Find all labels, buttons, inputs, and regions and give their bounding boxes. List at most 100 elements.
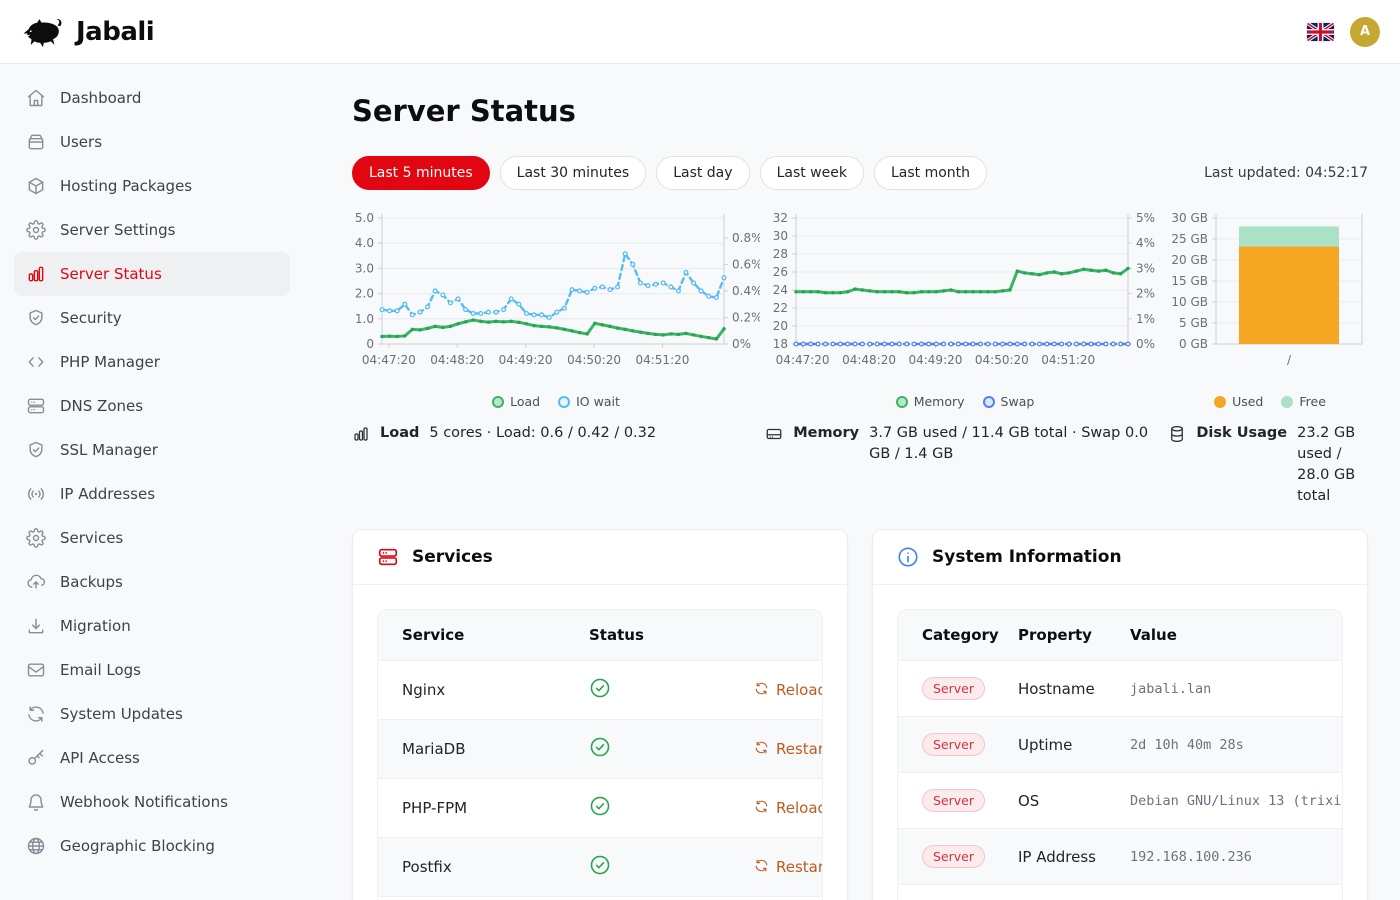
memory-stat: Memory3.7 GB used / 11.4 GB total · Swap…: [765, 423, 1162, 507]
load-chart: 01.02.03.04.05.00%0.2%0.4%0.6%0.8%04:47:…: [352, 206, 760, 409]
sidebar-item-dashboard[interactable]: Dashboard: [14, 76, 290, 120]
sidebar-item-webhook-notifications[interactable]: Webhook Notifications: [14, 780, 290, 824]
svg-text:04:50:20: 04:50:20: [975, 353, 1029, 367]
svg-text:0.4%: 0.4%: [732, 284, 760, 298]
sidebar-item-label: Users: [60, 133, 102, 151]
svg-text:20: 20: [773, 319, 788, 333]
range-button-last-day[interactable]: Last day: [656, 156, 749, 190]
restart-postfix-button[interactable]: Restart: [754, 858, 823, 877]
system-value: 2d 10h 40m 28s: [1106, 717, 1342, 773]
status-running-check-icon: [589, 685, 611, 703]
svg-text:1%: 1%: [1136, 312, 1155, 326]
refresh-icon: [754, 740, 769, 759]
sidebar-item-label: Webhook Notifications: [60, 793, 228, 811]
legend-item-swap[interactable]: Swap: [983, 394, 1035, 409]
last-updated-text: Last updated: 04:52:17: [1204, 165, 1368, 181]
system-property: Hostname: [994, 661, 1106, 717]
svg-text:5%: 5%: [1136, 211, 1155, 225]
system-row-hostname: ServerHostnamejabali.lan: [898, 661, 1342, 717]
sidebar-item-ssl-manager[interactable]: SSL Manager: [14, 428, 290, 472]
archive-icon: [26, 132, 46, 152]
legend-dot: [1281, 396, 1293, 408]
category-badge: Server: [922, 733, 985, 756]
app-header: Jabali A: [0, 0, 1400, 64]
restart-mariadb-button[interactable]: Restart: [754, 740, 823, 759]
service-name: Nginx: [378, 661, 565, 720]
reload-nginx-button[interactable]: Reload: [754, 681, 823, 700]
range-button-last-5-minutes[interactable]: Last 5 minutes: [352, 156, 490, 190]
sidebar-item-system-updates[interactable]: System Updates: [14, 692, 290, 736]
sidebar-item-services[interactable]: Services: [14, 516, 290, 560]
legend-item-memory[interactable]: Memory: [896, 394, 965, 409]
range-button-last-week[interactable]: Last week: [760, 156, 864, 190]
status-running-check-icon: [589, 744, 611, 762]
system-value: Debian GNU/Linux 13 (trixie): [1106, 773, 1342, 829]
sidebar-item-label: Geographic Blocking: [60, 837, 215, 855]
main-content: Server Status Last 5 minutesLast 30 minu…: [304, 64, 1400, 900]
svg-text:10 GB: 10 GB: [1171, 295, 1208, 309]
svg-text:28: 28: [773, 247, 788, 261]
system-value: 113: [1106, 885, 1342, 900]
sidebar-item-label: Email Logs: [60, 661, 141, 679]
memory-chart: 18202224262830320%1%2%3%4%5%04:47:2004:4…: [766, 206, 1164, 409]
sidebar: Dashboard Users Hosting Packages Server Set…: [0, 64, 304, 900]
system-row-ip-address: ServerIP Address192.168.100.236: [898, 829, 1342, 885]
download-icon: [26, 616, 46, 636]
legend-label: Free: [1299, 394, 1326, 409]
legend-label: Used: [1232, 394, 1263, 409]
code-icon: [26, 352, 46, 372]
services-card-title: Services: [412, 547, 493, 567]
range-button-last-month[interactable]: Last month: [874, 156, 987, 190]
sidebar-item-api-access[interactable]: API Access: [14, 736, 290, 780]
gear-icon: [26, 220, 46, 240]
charts-row: 01.02.03.04.05.00%0.2%0.4%0.6%0.8%04:47:…: [352, 206, 1368, 409]
uk-flag-icon[interactable]: [1307, 23, 1334, 41]
legend-item-load[interactable]: Load: [492, 394, 540, 409]
system-property: IP Address: [994, 829, 1106, 885]
svg-text:0: 0: [366, 337, 374, 351]
sidebar-item-email-logs[interactable]: Email Logs: [14, 648, 290, 692]
service-row-php-fpm: PHP-FPMReload: [378, 779, 822, 838]
legend-item-used[interactable]: Used: [1214, 394, 1263, 409]
system-info-table: CategoryPropertyValueServerHostnamejabal…: [898, 610, 1342, 900]
sidebar-item-hosting-packages[interactable]: Hosting Packages: [14, 164, 290, 208]
system-column-header: Category: [898, 610, 994, 661]
range-button-last-30-minutes[interactable]: Last 30 minutes: [500, 156, 647, 190]
stat-value: 23.2 GB used / 28.0 GB total: [1297, 423, 1368, 507]
svg-text:5 GB: 5 GB: [1179, 316, 1208, 330]
sidebar-item-server-settings[interactable]: Server Settings: [14, 208, 290, 252]
svg-text:04:51:20: 04:51:20: [635, 353, 689, 367]
cards-row: Services ServiceStatusNginxReloadMariaDB…: [352, 529, 1368, 900]
sidebar-item-server-status[interactable]: Server Status: [14, 252, 290, 296]
svg-text:0.8%: 0.8%: [732, 231, 760, 245]
refresh-icon: [754, 681, 769, 700]
database-icon: [1168, 425, 1186, 443]
sidebar-item-php-manager[interactable]: PHP Manager: [14, 340, 290, 384]
sidebar-item-geographic-blocking[interactable]: Geographic Blocking: [14, 824, 290, 868]
svg-text:30 GB: 30 GB: [1171, 211, 1208, 225]
sidebar-item-dns-zones[interactable]: DNS Zones: [14, 384, 290, 428]
system-row-connections: ServerConnections113: [898, 885, 1342, 900]
sidebar-item-security[interactable]: Security: [14, 296, 290, 340]
legend-label: Load: [510, 394, 540, 409]
sidebar-item-backups[interactable]: Backups: [14, 560, 290, 604]
reload-php-fpm-button[interactable]: Reload: [754, 799, 823, 818]
svg-text:2%: 2%: [1136, 287, 1155, 301]
broadcast-icon: [26, 484, 46, 504]
stat-value: 3.7 GB used / 11.4 GB total · Swap 0.0 G…: [869, 423, 1162, 465]
system-info-card-header: System Information: [873, 530, 1367, 585]
legend-item-free[interactable]: Free: [1281, 394, 1326, 409]
legend-item-io-wait[interactable]: IO wait: [558, 394, 620, 409]
load-stat: Load5 cores · Load: 0.6 / 0.42 / 0.32: [352, 423, 759, 507]
app-logo[interactable]: Jabali: [20, 15, 154, 49]
sidebar-item-label: Hosting Packages: [60, 177, 192, 195]
sidebar-item-users[interactable]: Users: [14, 120, 290, 164]
service-name: Dovecot: [378, 897, 565, 900]
svg-text:04:47:20: 04:47:20: [776, 353, 830, 367]
user-avatar[interactable]: A: [1350, 17, 1380, 47]
info-icon: [897, 546, 919, 568]
load-chart-legend: Load IO wait: [352, 394, 760, 409]
sidebar-item-ip-addresses[interactable]: IP Addresses: [14, 472, 290, 516]
service-row-nginx: Nginx Reload: [378, 661, 822, 720]
sidebar-item-migration[interactable]: Migration: [14, 604, 290, 648]
